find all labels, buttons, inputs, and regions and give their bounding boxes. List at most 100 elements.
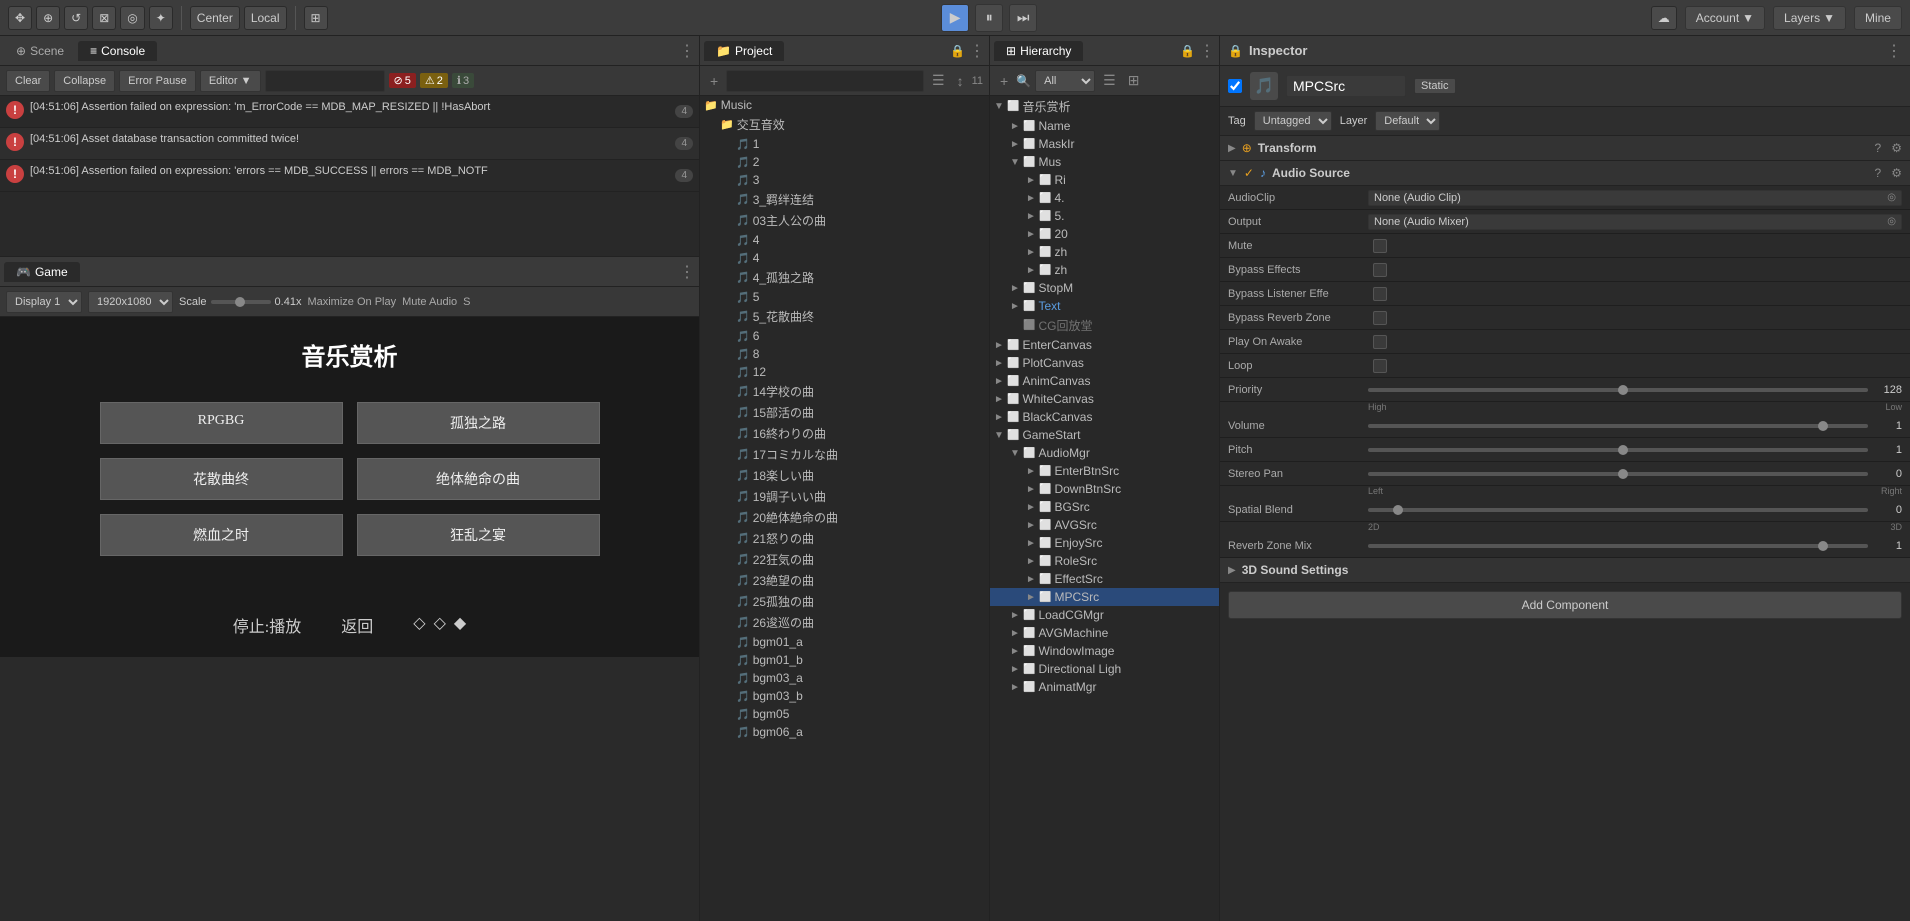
transform-help-btn[interactable]: ? xyxy=(1875,141,1882,155)
hier-item-6[interactable]: ►⬜5. xyxy=(990,207,1219,225)
static-badge[interactable]: Static xyxy=(1414,78,1456,94)
hier-item-3[interactable]: ▼⬜Mus xyxy=(990,153,1219,171)
hier-item-26[interactable]: ►⬜EffectSrc xyxy=(990,570,1219,588)
hier-item-22[interactable]: ►⬜BGSrc xyxy=(990,498,1219,516)
console-row-1[interactable]: ! [04:51:06] Asset database transaction … xyxy=(0,128,699,160)
hier-item-21[interactable]: ►⬜DownBtnSrc xyxy=(990,480,1219,498)
sound-settings-header[interactable]: ▶ 3D Sound Settings xyxy=(1220,558,1910,583)
priority-slider[interactable] xyxy=(1368,388,1868,392)
output-target-icon[interactable]: ◎ xyxy=(1887,216,1896,227)
reverb-zone-slider[interactable] xyxy=(1368,544,1868,548)
hier-item-0[interactable]: ▼⬜音乐赏析 xyxy=(990,96,1219,117)
game-panel-menu[interactable]: ⋮ xyxy=(679,262,695,282)
tab-project[interactable]: 📁 Project xyxy=(704,41,784,61)
resolution-select[interactable]: 1920x1080 xyxy=(88,291,173,313)
project-tree-item-9[interactable]: 🎵4_孤独之路 xyxy=(700,267,989,288)
account-btn[interactable]: Account ▼ xyxy=(1685,6,1765,30)
pause-button[interactable]: ⏸ xyxy=(975,4,1003,32)
project-tree-item-25[interactable]: 🎵25孤独の曲 xyxy=(700,591,989,612)
mute-checkbox[interactable] xyxy=(1373,239,1387,253)
project-tree-item-10[interactable]: 🎵5 xyxy=(700,288,989,306)
editor-btn[interactable]: Editor ▼ xyxy=(200,70,261,92)
project-tree-item-27[interactable]: 🎵bgm01_a xyxy=(700,633,989,651)
badge-warn[interactable]: ⚠ 2 xyxy=(420,73,448,88)
audio-clip-target-icon[interactable]: ◎ xyxy=(1887,192,1896,203)
project-tree-item-30[interactable]: 🎵bgm03_b xyxy=(700,687,989,705)
hier-item-24[interactable]: ►⬜EnjoySrc xyxy=(990,534,1219,552)
hier-item-15[interactable]: ►⬜AnimCanvas xyxy=(990,372,1219,390)
hier-item-30[interactable]: ►⬜WindowImage xyxy=(990,642,1219,660)
project-add-btn[interactable]: + xyxy=(706,71,722,91)
stereo-pan-slider[interactable] xyxy=(1368,472,1868,476)
audio-help-btn[interactable]: ? xyxy=(1875,166,1882,180)
hier-item-1[interactable]: ►⬜Name xyxy=(990,117,1219,135)
badge-info[interactable]: ℹ 3 xyxy=(452,73,474,88)
audio-source-header[interactable]: ▼ ✓ ♪ Audio Source ? ⚙ xyxy=(1220,161,1910,186)
project-tree-item-7[interactable]: 🎵4 xyxy=(700,231,989,249)
project-menu-btn[interactable]: ⋮ xyxy=(969,41,985,61)
project-tree-item-31[interactable]: 🎵bgm05 xyxy=(700,705,989,723)
project-tree-item-5[interactable]: 🎵3_羁绊连结 xyxy=(700,189,989,210)
volume-slider[interactable] xyxy=(1368,424,1868,428)
game-btn-5[interactable]: 狂乱之宴 xyxy=(357,514,600,556)
tab-scene[interactable]: ⊕ Scene xyxy=(4,41,76,61)
project-tree-item-4[interactable]: 🎵3 xyxy=(700,171,989,189)
hier-item-17[interactable]: ►⬜BlackCanvas xyxy=(990,408,1219,426)
project-search-input[interactable] xyxy=(726,70,924,92)
hier-item-14[interactable]: ►⬜PlotCanvas xyxy=(990,354,1219,372)
project-tree-item-14[interactable]: 🎵12 xyxy=(700,363,989,381)
hierarchy-add-btn[interactable]: + xyxy=(996,71,1012,91)
project-tree-item-23[interactable]: 🎵22狂気の曲 xyxy=(700,549,989,570)
project-tree-item-24[interactable]: 🎵23絶望の曲 xyxy=(700,570,989,591)
project-tree-item-22[interactable]: 🎵21怒りの曲 xyxy=(700,528,989,549)
hier-item-18[interactable]: ▼⬜GameStart xyxy=(990,426,1219,444)
project-tree-item-1[interactable]: 📁交互音效 xyxy=(700,114,989,135)
diamond-icon-3[interactable]: ◆ xyxy=(454,613,466,637)
project-tree-item-6[interactable]: 🎵03主人公の曲 xyxy=(700,210,989,231)
project-tree-item-2[interactable]: 🎵1 xyxy=(700,135,989,153)
layer-select[interactable]: Default xyxy=(1375,111,1440,131)
project-view-btn[interactable]: ☰ xyxy=(928,70,949,91)
game-btn-4[interactable]: 燃血之时 xyxy=(100,514,343,556)
project-tree-item-17[interactable]: 🎵16終わりの曲 xyxy=(700,423,989,444)
console-search-input[interactable] xyxy=(265,70,385,92)
inspector-menu-btn[interactable]: ⋮ xyxy=(1886,41,1902,61)
display-select[interactable]: Display 1 xyxy=(6,291,82,313)
spatial-blend-slider[interactable] xyxy=(1368,508,1868,512)
pivot-center-btn[interactable]: Center xyxy=(190,6,240,30)
mine-btn[interactable]: Mine xyxy=(1854,6,1902,30)
project-tree-item-11[interactable]: 🎵5_花散曲终 xyxy=(700,306,989,327)
hier-item-11[interactable]: ►⬜Text xyxy=(990,297,1219,315)
project-tree-item-21[interactable]: 🎵20絶体絶命の曲 xyxy=(700,507,989,528)
tool-rect[interactable]: ◎ xyxy=(120,6,144,30)
project-sort-btn[interactable]: ↕ xyxy=(953,71,968,91)
transform-settings-btn[interactable]: ⚙ xyxy=(1891,141,1902,155)
hier-item-13[interactable]: ►⬜EnterCanvas xyxy=(990,336,1219,354)
tab-hierarchy[interactable]: ⊞ Hierarchy xyxy=(994,41,1083,61)
hier-item-4[interactable]: ►⬜Ri xyxy=(990,171,1219,189)
hier-item-23[interactable]: ►⬜AVGSrc xyxy=(990,516,1219,534)
grid-btn[interactable]: ⊞ xyxy=(304,6,328,30)
project-tree-item-26[interactable]: 🎵26逡巡の曲 xyxy=(700,612,989,633)
hier-item-27[interactable]: ►⬜MPCSrc xyxy=(990,588,1219,606)
inspector-lock-icon[interactable]: 🔒 xyxy=(1228,44,1243,58)
bypass-listener-checkbox[interactable] xyxy=(1373,287,1387,301)
project-tree-item-13[interactable]: 🎵8 xyxy=(700,345,989,363)
hier-item-12[interactable]: ⬜CG回放堂 xyxy=(990,315,1219,336)
tag-select[interactable]: Untagged xyxy=(1254,111,1332,131)
hier-item-32[interactable]: ►⬜AnimatMgr xyxy=(990,678,1219,696)
audio-settings-btn[interactable]: ⚙ xyxy=(1891,166,1902,180)
game-btn-0[interactable]: RPGBG xyxy=(100,402,343,444)
step-button[interactable]: ⏭ xyxy=(1009,4,1037,32)
bypass-effects-checkbox[interactable] xyxy=(1373,263,1387,277)
project-tree-item-15[interactable]: 🎵14学校の曲 xyxy=(700,381,989,402)
object-name-input[interactable] xyxy=(1286,75,1406,97)
layers-btn[interactable]: Layers ▼ xyxy=(1773,6,1846,30)
project-tree-item-28[interactable]: 🎵bgm01_b xyxy=(700,651,989,669)
loop-checkbox[interactable] xyxy=(1373,359,1387,373)
project-tree-item-20[interactable]: 🎵19調子いい曲 xyxy=(700,486,989,507)
hier-item-29[interactable]: ►⬜AVGMachine xyxy=(990,624,1219,642)
hier-item-8[interactable]: ►⬜zh xyxy=(990,243,1219,261)
hier-item-2[interactable]: ►⬜MaskIr xyxy=(990,135,1219,153)
project-tree-item-16[interactable]: 🎵15部活の曲 xyxy=(700,402,989,423)
